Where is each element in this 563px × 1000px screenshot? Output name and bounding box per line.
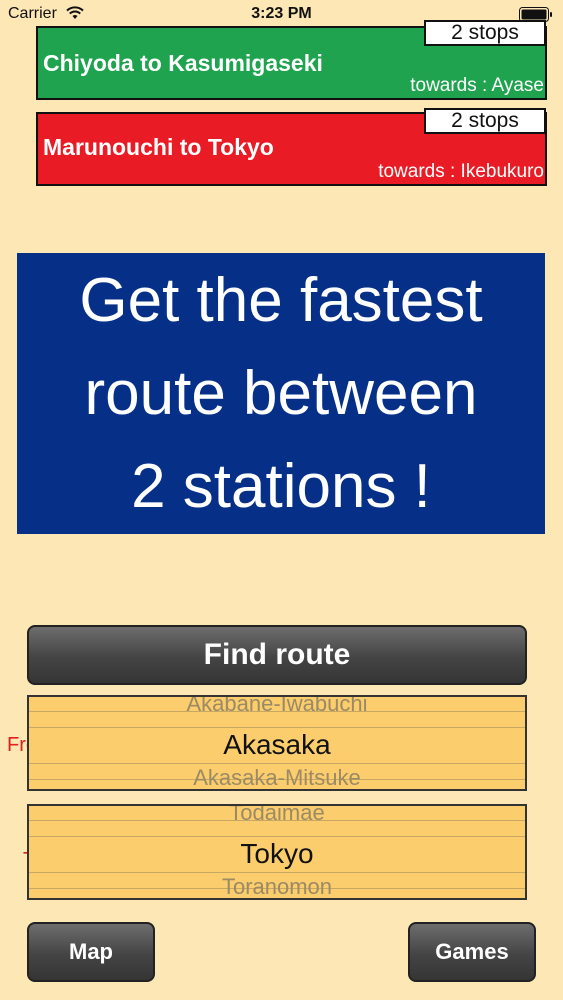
picker-selected-option[interactable]: Akasaka xyxy=(29,729,525,761)
picker-option[interactable]: Toranomon xyxy=(29,874,525,898)
route-towards: towards : Ayase xyxy=(410,75,544,96)
picker-divider xyxy=(29,872,525,873)
route-card-marunouchi[interactable]: Marunouchi to Tokyo towards : Ikebukuro … xyxy=(36,108,547,186)
route-title: Chiyoda to Kasumigaseki xyxy=(43,50,323,76)
picker-divider xyxy=(29,836,525,837)
route-towards: towards : Ikebukuro xyxy=(378,161,544,182)
promo-banner: Get the fastest route between 2 stations… xyxy=(17,253,545,534)
banner-line-2: route between xyxy=(84,359,478,428)
route-card-chiyoda[interactable]: Chiyoda to Kasumigaseki towards : Ayase … xyxy=(36,20,547,100)
to-station-picker[interactable]: Todaimae Tokyo Toranomon xyxy=(27,804,527,900)
find-route-button[interactable]: Find route xyxy=(27,625,527,685)
from-station-picker[interactable]: Akabane-Iwabuchi Akasaka Akasaka-Mitsuke xyxy=(27,695,527,791)
banner-line-1: Get the fastest xyxy=(79,266,483,335)
picker-divider xyxy=(29,763,525,764)
picker-option[interactable]: Todaimae xyxy=(29,806,525,826)
banner-line-3: 2 stations ! xyxy=(131,452,431,521)
picker-option[interactable]: Akasaka-Mitsuke xyxy=(29,765,525,789)
picker-divider xyxy=(29,727,525,728)
banner-text: Get the fastest route between 2 stations… xyxy=(73,254,488,533)
stops-badge: 2 stops xyxy=(424,20,546,46)
route-title: Marunouchi to Tokyo xyxy=(43,134,274,160)
map-button[interactable]: Map xyxy=(27,922,155,982)
stops-badge: 2 stops xyxy=(424,108,546,134)
games-button[interactable]: Games xyxy=(408,922,536,982)
picker-selected-option[interactable]: Tokyo xyxy=(29,838,525,870)
picker-option[interactable]: Akabane-Iwabuchi xyxy=(29,697,525,717)
